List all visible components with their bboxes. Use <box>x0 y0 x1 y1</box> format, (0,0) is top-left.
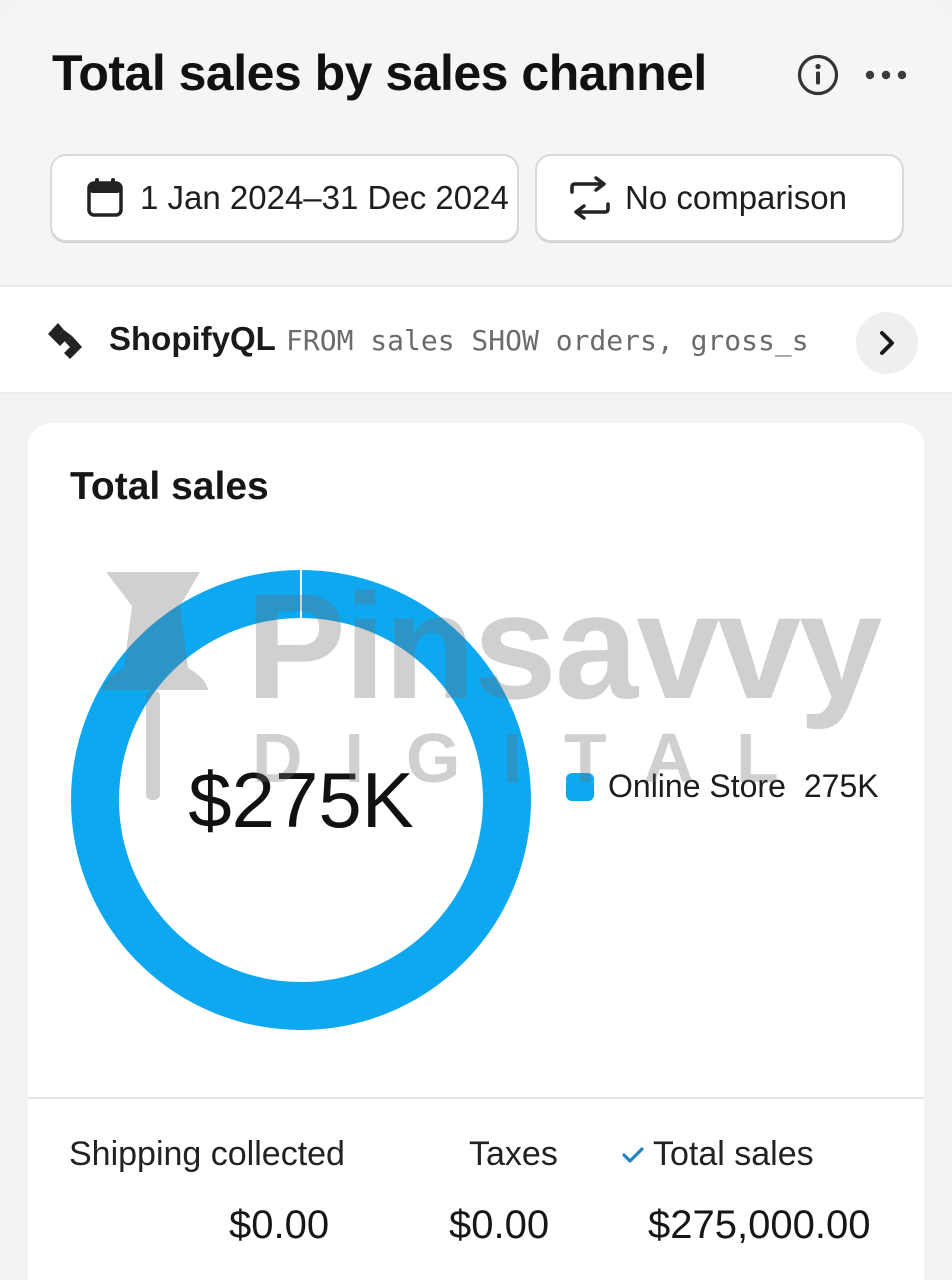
legend-value: 275K <box>803 768 879 804</box>
metric-value-shipping: $0.00 <box>229 1203 330 1247</box>
report-header: Total sales by sales channel 1 Jan 2024–… <box>0 0 952 285</box>
expand-query-button[interactable] <box>856 312 918 374</box>
chart-legend: Online Store 275K <box>566 768 879 805</box>
divider <box>28 1097 924 1099</box>
metric-value-taxes: $0.00 <box>449 1203 550 1247</box>
shopifyql-label: ShopifyQL <box>109 320 276 357</box>
legend-swatch <box>566 772 594 801</box>
page-title: Total sales by sales channel <box>52 45 707 101</box>
metric-label-shipping[interactable]: Shipping collected <box>69 1135 345 1174</box>
metric-label-total-sales[interactable]: Total sales <box>653 1135 814 1174</box>
query-preview[interactable]: FROM sales SHOW orders, gross_s <box>286 324 831 357</box>
shopifyql-bar[interactable]: ShopifyQL FROM sales SHOW orders, gross_… <box>0 285 952 394</box>
legend-label: Online Store <box>608 768 786 804</box>
comparison-button[interactable]: No comparison <box>535 154 904 242</box>
calendar-icon <box>87 178 123 217</box>
card-title: Total sales <box>70 465 269 508</box>
report-panel: Total sales by sales channel 1 Jan 2024–… <box>0 0 952 1280</box>
date-range-label: 1 Jan 2024–31 Dec 2024 <box>140 179 509 216</box>
donut-center-value: $275K <box>188 756 414 844</box>
metric-label-taxes[interactable]: Taxes <box>469 1135 558 1174</box>
shopifyql-logo-icon <box>48 323 82 359</box>
checkmark-icon <box>622 1147 644 1163</box>
total-sales-card: Total sales $275K Online Store 275K Ship… <box>28 423 924 1280</box>
compare-arrows-icon <box>570 176 610 220</box>
more-horizontal-icon[interactable] <box>862 62 910 88</box>
metric-value-total-sales: $275,000.00 <box>648 1203 871 1247</box>
chevron-right-icon <box>880 331 894 355</box>
info-icon[interactable] <box>796 53 840 97</box>
donut-chart: $275K <box>71 570 531 1030</box>
comparison-label: No comparison <box>625 179 847 216</box>
date-range-button[interactable]: 1 Jan 2024–31 Dec 2024 <box>50 154 519 242</box>
